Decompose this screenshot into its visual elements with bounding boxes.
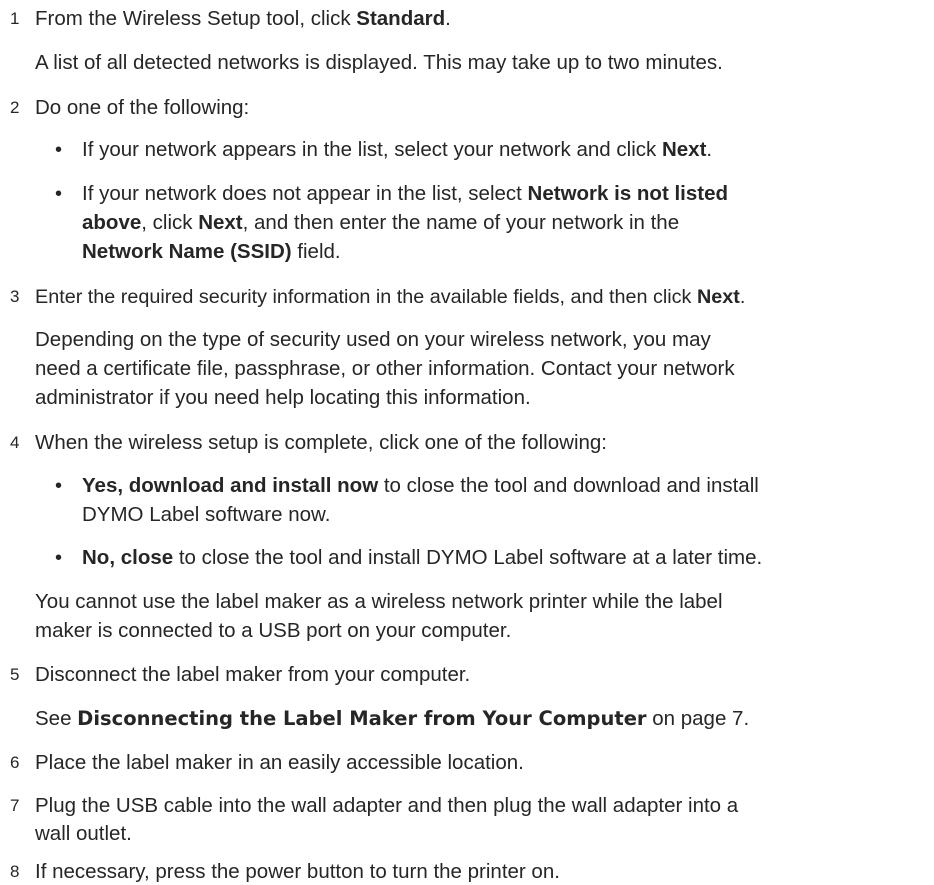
step-4-note-line: maker is connected to a USB port on your… (35, 619, 512, 642)
step-number: 4 (10, 433, 20, 452)
step-5-cross-reference: See Disconnecting the Label Maker from Y… (35, 707, 750, 730)
bullet-marker: • (55, 183, 63, 205)
step-4-bullet-1-line-2: DYMO Label software now. (82, 503, 331, 526)
step-number: 6 (10, 753, 20, 772)
step-4-bullet-1-line-1: Yes, download and install now to close t… (82, 474, 759, 497)
step-4-note-line: You cannot use the label maker as a wire… (35, 590, 723, 613)
step-2-bullet-1: If your network appears in the list, sel… (82, 138, 713, 161)
step-number: 3 (10, 287, 20, 306)
bullet-marker: • (55, 475, 63, 497)
bullet-marker: • (55, 547, 63, 569)
step-3-note-line: need a certificate file, passphrase, or … (35, 357, 735, 380)
cross-reference-title: Disconnecting the Label Maker from Your … (77, 707, 647, 730)
step-6-text: Place the label maker in an easily acces… (35, 751, 524, 774)
step-number: 7 (10, 796, 20, 815)
step-7-line-2: wall outlet. (35, 822, 132, 845)
step-number: 1 (10, 9, 20, 28)
step-1-note: A list of all detected networks is displ… (35, 51, 723, 74)
step-1-text: From the Wireless Setup tool, click Stan… (35, 7, 451, 30)
step-4-text: When the wireless setup is complete, cli… (35, 431, 607, 454)
step-2-text: Do one of the following: (35, 96, 250, 119)
step-2-bullet-2-line-2: above, click Next, and then enter the na… (82, 211, 680, 234)
bullet-marker: • (55, 139, 63, 161)
step-4-bullet-2: No, close to close the tool and install … (82, 546, 763, 569)
standard-label: Standard (356, 7, 446, 30)
step-8-text: If necessary, press the power button to … (35, 860, 560, 883)
step-3-text: Enter the required security information … (35, 286, 746, 308)
step-3-note-line: Depending on the type of security used o… (35, 328, 711, 351)
document-page: 1 From the Wireless Setup tool, click St… (0, 0, 934, 883)
step-7-line-1: Plug the USB cable into the wall adapter… (35, 794, 739, 817)
step-2-bullet-2-line-1: If your network does not appear in the l… (82, 182, 729, 205)
step-number: 2 (10, 98, 20, 117)
step-number: 8 (10, 862, 20, 881)
step-2-bullet-2-line-3: Network Name (SSID) field. (82, 240, 341, 263)
step-3-note-line: administrator if you need help locating … (35, 386, 531, 409)
step-number: 5 (10, 665, 20, 684)
step-5-text: Disconnect the label maker from your com… (35, 663, 471, 686)
